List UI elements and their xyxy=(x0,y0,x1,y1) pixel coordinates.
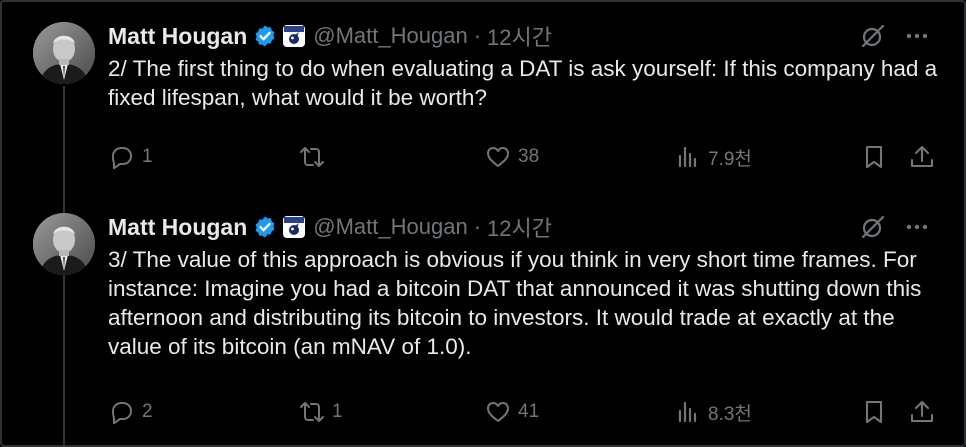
tweet-header: Matt Hougan @Matt_Hougan · 12시간 xyxy=(108,20,552,52)
views-count: 8.3천 xyxy=(708,403,752,425)
views-button[interactable]: 8.3천 xyxy=(674,397,752,427)
share-icon xyxy=(910,145,934,168)
tweet-header: Matt Hougan @Matt_Hougan · 12시간 xyxy=(108,211,552,243)
author-handle[interactable]: @Matt_Hougan xyxy=(313,23,467,49)
grok-icon[interactable] xyxy=(860,23,886,49)
views-icon xyxy=(678,146,697,168)
reply-icon xyxy=(112,402,132,425)
bookmark-button[interactable] xyxy=(860,397,888,427)
avatar[interactable] xyxy=(33,213,95,275)
repost-count: 1 xyxy=(332,401,343,422)
reply-icon xyxy=(112,147,132,170)
tweet-actions: 1 38 7.9천 xyxy=(108,142,938,172)
tweet-top-actions xyxy=(860,22,930,50)
reply-button[interactable]: 2 xyxy=(108,397,153,427)
bookmark-icon xyxy=(865,145,883,169)
reply-count: 1 xyxy=(142,146,153,167)
more-icon[interactable] xyxy=(904,23,930,49)
author-handle[interactable]: @Matt_Hougan xyxy=(313,214,467,240)
more-icon[interactable] xyxy=(904,214,930,240)
avatar[interactable] xyxy=(33,22,95,84)
like-button[interactable]: 41 xyxy=(484,397,539,427)
separator-dot: · xyxy=(473,214,482,239)
reply-button[interactable]: 1 xyxy=(108,142,153,172)
like-count: 41 xyxy=(518,401,540,422)
share-button[interactable] xyxy=(908,142,936,172)
tweet-actions: 2 1 41 8.3천 xyxy=(108,397,938,427)
separator-dot: · xyxy=(473,23,482,48)
tweet-text: 2/ The first thing to do when evaluating… xyxy=(108,56,938,110)
views-count: 7.9천 xyxy=(708,148,752,170)
views-icon xyxy=(678,401,697,423)
affiliate-badge-icon[interactable] xyxy=(283,216,306,238)
share-icon xyxy=(910,400,934,423)
repost-icon xyxy=(300,402,324,422)
repost-icon xyxy=(300,147,324,167)
like-icon xyxy=(487,147,509,167)
timestamp[interactable]: 12시간 xyxy=(487,211,552,243)
like-count: 38 xyxy=(518,146,540,167)
verified-badge-icon xyxy=(253,215,277,239)
repost-button[interactable]: 1 xyxy=(298,397,343,427)
like-button[interactable]: 38 xyxy=(484,142,539,172)
reply-count: 2 xyxy=(142,401,153,422)
grok-icon[interactable] xyxy=(860,214,886,240)
bookmark-icon xyxy=(865,400,883,424)
author-name[interactable]: Matt Hougan xyxy=(108,23,247,50)
views-button[interactable]: 7.9천 xyxy=(674,142,752,172)
bookmark-button[interactable] xyxy=(860,142,888,172)
timestamp[interactable]: 12시간 xyxy=(487,20,552,52)
like-icon xyxy=(487,402,509,422)
author-name[interactable]: Matt Hougan xyxy=(108,214,247,241)
verified-badge-icon xyxy=(253,24,277,48)
share-button[interactable] xyxy=(908,397,936,427)
tweet-text: 3/ The value of this approach is obvious… xyxy=(108,247,922,359)
tweet-top-actions xyxy=(860,213,930,241)
affiliate-badge-icon[interactable] xyxy=(283,25,306,47)
repost-button[interactable] xyxy=(298,142,332,172)
